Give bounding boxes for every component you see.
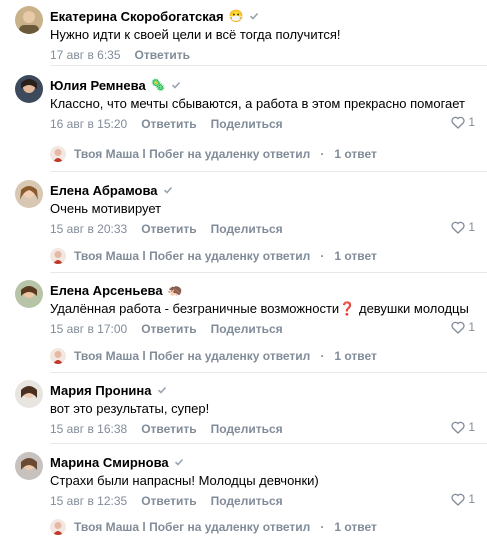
share-button[interactable]: Поделиться: [211, 322, 283, 336]
heart-icon: [451, 421, 465, 434]
separator-dot: ·: [320, 249, 325, 263]
avatar: [50, 348, 66, 364]
share-button[interactable]: Поделиться: [211, 117, 283, 131]
reply-button[interactable]: Ответить: [141, 422, 196, 436]
avatar: [50, 248, 66, 264]
like-count: 1: [468, 492, 475, 506]
comment-text: вот это результаты, супер!: [50, 401, 210, 416]
heart-icon: [451, 493, 465, 506]
avatar[interactable]: [15, 180, 43, 208]
comment-text: Нужно идти к своей цели и всё тогда полу…: [50, 27, 341, 42]
comment-date[interactable]: 15 авг в 17:00: [50, 322, 127, 336]
like-button[interactable]: 1: [451, 115, 475, 129]
author-name[interactable]: Марина Смирнова: [50, 455, 169, 470]
status-emoji: 🦠: [150, 78, 166, 92]
avatar: [50, 519, 66, 535]
comment-text: Очень мотивирует: [50, 201, 162, 216]
like-button[interactable]: 1: [451, 420, 475, 434]
check-icon: [163, 186, 172, 194]
reply-author: Твоя Маша l Побег на удаленку ответил: [74, 520, 311, 534]
comment-date[interactable]: 16 авг в 15:20: [50, 117, 127, 131]
reply-button[interactable]: Ответить: [141, 117, 196, 131]
comment-date[interactable]: 15 авг в 16:38: [50, 422, 127, 436]
heart-icon: [451, 321, 465, 334]
divider: [50, 272, 487, 273]
replies-link[interactable]: Твоя Маша l Побег на удаленку ответил · …: [50, 145, 377, 163]
check-icon: [174, 458, 183, 466]
replies-link[interactable]: Твоя Маша l Побег на удаленку ответил · …: [50, 347, 377, 365]
reply-count: 1 ответ: [334, 147, 377, 161]
check-icon: [157, 386, 166, 394]
author-name[interactable]: Екатерина Скоробогатская: [50, 9, 224, 24]
divider: [50, 443, 487, 444]
comment-text: Удалённая работа - безграничные возможно…: [50, 301, 469, 316]
reply-button[interactable]: Ответить: [141, 322, 196, 336]
reply-count: 1 ответ: [334, 520, 377, 534]
separator-dot: ·: [320, 147, 325, 161]
comment-text: Страхи были напрасны! Молодцы девчонки): [50, 473, 319, 488]
replies-link[interactable]: Твоя Маша l Побег на удаленку ответил · …: [50, 518, 377, 536]
share-button[interactable]: Поделиться: [211, 422, 283, 436]
separator-dot: ·: [320, 520, 325, 534]
like-count: 1: [468, 115, 475, 129]
author-name[interactable]: Юлия Ремнева: [50, 78, 146, 93]
like-count: 1: [468, 220, 475, 234]
author-name[interactable]: Мария Пронина: [50, 383, 152, 398]
reply-button[interactable]: Ответить: [135, 48, 190, 62]
author-name[interactable]: Елена Абрамова: [50, 183, 158, 198]
avatar[interactable]: [15, 75, 43, 103]
reply-count: 1 ответ: [334, 349, 377, 363]
divider: [50, 171, 487, 172]
like-button[interactable]: 1: [451, 220, 475, 234]
comment-date[interactable]: 17 авг в 6:35: [50, 48, 121, 62]
status-emoji: 😷: [228, 9, 244, 23]
avatar[interactable]: [15, 380, 43, 408]
comment-date[interactable]: 15 авг в 12:35: [50, 494, 127, 508]
share-button[interactable]: Поделиться: [211, 222, 283, 236]
reply-button[interactable]: Ответить: [141, 494, 196, 508]
status-emoji: 🦔: [167, 283, 183, 297]
like-count: 1: [468, 320, 475, 334]
reply-count: 1 ответ: [334, 249, 377, 263]
like-count: 1: [468, 420, 475, 434]
check-icon: [171, 81, 180, 89]
avatar[interactable]: [15, 452, 43, 480]
comment-text: Классно, что мечты сбываются, а работа в…: [50, 96, 466, 111]
like-button[interactable]: 1: [451, 492, 475, 506]
heart-icon: [451, 116, 465, 129]
separator-dot: ·: [320, 349, 325, 363]
reply-author: Твоя Маша l Побег на удаленку ответил: [74, 147, 311, 161]
heart-icon: [451, 221, 465, 234]
avatar[interactable]: [15, 280, 43, 308]
divider: [50, 372, 487, 373]
avatar: [50, 146, 66, 162]
comment-date[interactable]: 15 авг в 20:33: [50, 222, 127, 236]
reply-author: Твоя Маша l Побег на удаленку ответил: [74, 349, 311, 363]
author-name[interactable]: Елена Арсеньева: [50, 283, 163, 298]
reply-button[interactable]: Ответить: [141, 222, 196, 236]
like-button[interactable]: 1: [451, 320, 475, 334]
avatar[interactable]: [15, 6, 43, 34]
replies-link[interactable]: Твоя Маша l Побег на удаленку ответил · …: [50, 247, 377, 265]
share-button[interactable]: Поделиться: [211, 494, 283, 508]
reply-author: Твоя Маша l Побег на удаленку ответил: [74, 249, 311, 263]
check-icon: [249, 12, 258, 20]
divider: [50, 65, 487, 66]
